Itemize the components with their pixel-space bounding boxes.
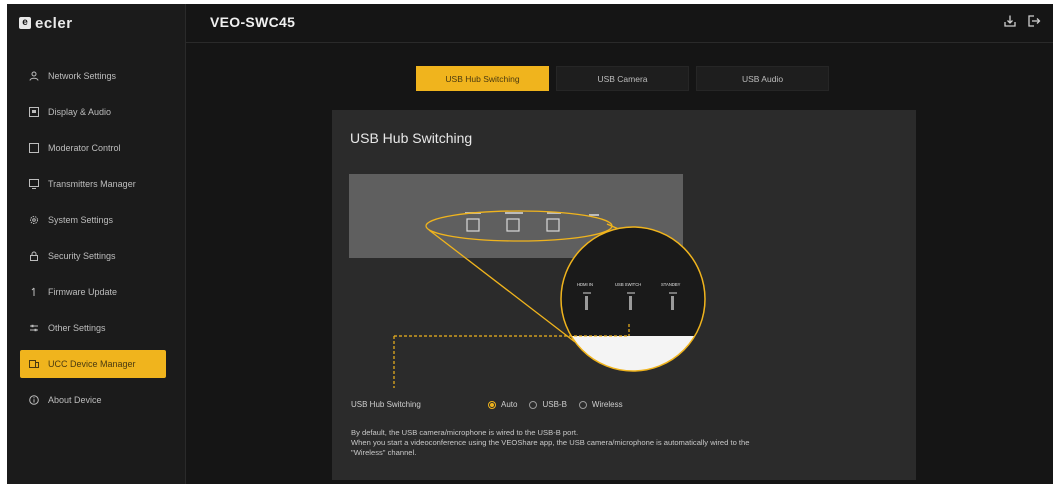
photo-label-hdmi: HDMI IN [577,282,593,287]
sidebar-item-label: Security Settings [48,251,116,261]
sidebar-item-other-settings[interactable]: Other Settings [20,314,166,342]
sidebar: e ecler Network Settings Display & Audio [7,4,186,484]
description-line: When you start a videoconference using t… [351,438,750,447]
usb-hub-description: By default, the USB camera/microphone is… [351,428,891,458]
square-icon [29,143,39,153]
description-line: By default, the USB camera/microphone is… [351,428,579,437]
device-icon [29,359,39,369]
logo-text: ecler [35,14,73,32]
sidebar-item-moderator-control[interactable]: Moderator Control [20,134,166,162]
monitor-icon [29,179,39,189]
gear-icon [29,215,39,225]
sidebar-item-firmware-update[interactable]: Firmware Update [20,278,166,306]
brand-logo: e ecler [19,12,73,34]
radio-label: USB-B [542,400,567,409]
radio-usb-b[interactable]: USB-B [529,400,567,409]
firmware-icon [29,287,39,297]
logout-icon[interactable] [1027,14,1041,31]
sidebar-item-label: Firmware Update [48,287,118,297]
sidebar-item-label: System Settings [48,215,114,225]
top-actions [1003,14,1041,31]
user-icon [29,71,39,81]
sidebar-item-label: Display & Audio [48,107,112,117]
usb-hub-switching-panel: USB Hub Switching HDMI IN USB SWITCH STA… [332,110,916,480]
usb-hub-switching-row: USB Hub Switching Auto USB-B Wireless [351,400,635,409]
radio-selected-icon [488,400,496,409]
radio-auto[interactable]: Auto [488,400,517,409]
sidebar-item-transmitters-manager[interactable]: Transmitters Manager [20,170,166,198]
sidebar-item-system-settings[interactable]: System Settings [20,206,166,234]
usb-hub-switching-label: USB Hub Switching [351,400,421,409]
display-icon [29,107,39,117]
tab-bar: USB Hub Switching USB Camera USB Audio [416,66,829,91]
photo-label-standby: STANDBY [661,282,681,287]
sidebar-item-ucc-device-manager[interactable]: UCC Device Manager [20,350,166,378]
description-line: "Wireless" channel. [351,448,417,457]
sidebar-item-network-settings[interactable]: Network Settings [20,62,166,90]
download-icon[interactable] [1003,14,1017,31]
sidebar-item-security-settings[interactable]: Security Settings [20,242,166,270]
sidebar-item-label: Moderator Control [48,143,121,153]
photo-label-usb-switch: USB SWITCH [615,282,641,287]
sidebar-item-display-audio[interactable]: Display & Audio [20,98,166,126]
sidebar-item-label: About Device [48,395,102,405]
page-title: VEO-SWC45 [210,14,296,30]
radio-label: Wireless [591,400,623,409]
lock-icon [29,251,39,261]
radio-unselected-icon [529,400,538,409]
device-rear-photo: HDMI IN USB SWITCH STANDBY [349,174,709,388]
panel-title: USB Hub Switching [350,130,473,146]
sliders-icon [29,323,39,333]
sidebar-item-label: Other Settings [48,323,106,333]
tab-usb-camera[interactable]: USB Camera [556,66,689,91]
logo-mark-icon: e [19,17,31,29]
tab-usb-hub-switching[interactable]: USB Hub Switching [416,66,549,91]
sidebar-item-label: UCC Device Manager [48,359,136,369]
top-bar: VEO-SWC45 [186,4,1053,43]
radio-label: Auto [501,400,518,409]
radio-unselected-icon [578,400,587,409]
sidebar-item-about-device[interactable]: About Device [20,386,166,414]
app-window: e ecler Network Settings Display & Audio [7,4,1053,484]
sidebar-item-label: Network Settings [48,71,117,81]
radio-wireless[interactable]: Wireless [578,400,623,409]
sidebar-nav: Network Settings Display & Audio Moderat… [20,62,166,422]
sidebar-item-label: Transmitters Manager [48,179,136,189]
info-icon [29,395,39,405]
tab-usb-audio[interactable]: USB Audio [696,66,829,91]
